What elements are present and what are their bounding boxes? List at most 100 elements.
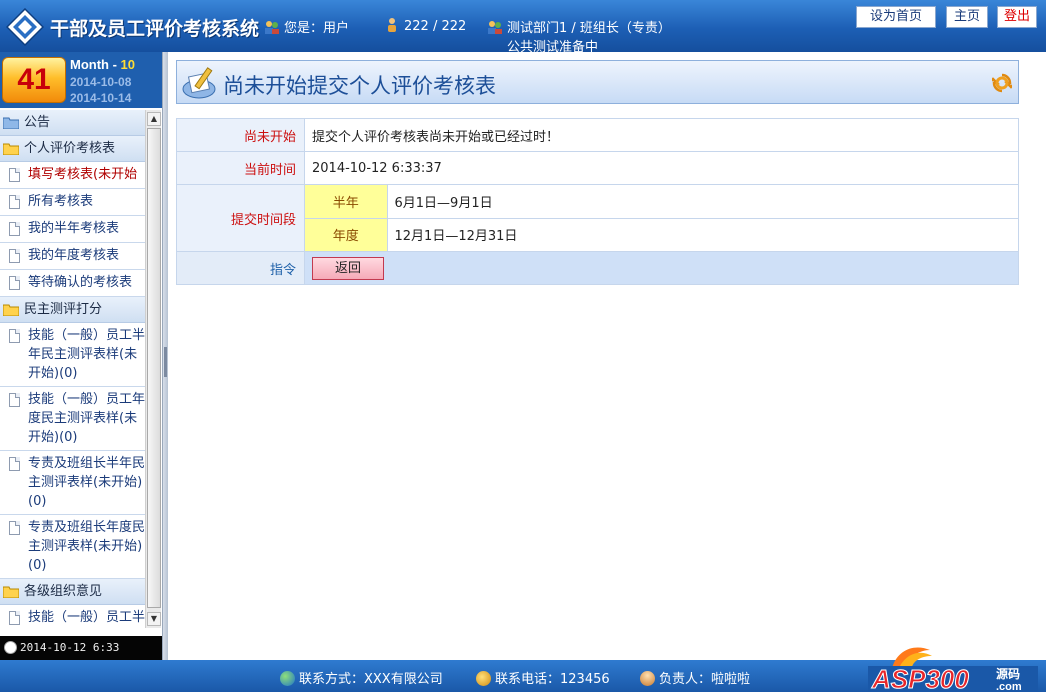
menu-item-label: 技能（一般）员工年度民主测评表样(未开始)(0) bbox=[28, 392, 145, 445]
command-cell: 返回 bbox=[304, 251, 1019, 285]
month-line: Month - 10 bbox=[70, 57, 135, 72]
half-year-label: 半年 bbox=[305, 185, 388, 219]
user-group-icon bbox=[488, 21, 502, 34]
menu-item-label: 专责及班组长年度民主测评表样(未开始)(0) bbox=[28, 520, 145, 573]
menu-item-label: 我的半年考核表 bbox=[28, 221, 120, 236]
user-info: 您是：用户 bbox=[264, 17, 349, 36]
brand-text: ASP300 bbox=[871, 664, 969, 692]
page-icon bbox=[9, 222, 20, 236]
period-label: 提交时间段 bbox=[176, 184, 305, 252]
diamond-logo-icon bbox=[6, 8, 44, 46]
menu-group-personal[interactable]: 个人评价考核表 bbox=[0, 136, 145, 162]
page-title-bar: 尚未开始提交个人评价考核表 bbox=[176, 60, 1019, 104]
back-button[interactable]: 返回 bbox=[312, 257, 384, 280]
status-form: 尚未开始 提交个人评价考核表尚未开始或已经过时！ 当前时间 2014-10-12… bbox=[176, 118, 1019, 285]
brand-sub-source: 源码 bbox=[996, 666, 1020, 681]
menu-group-label: 民主测评打分 bbox=[24, 302, 103, 317]
scroll-thumb[interactable] bbox=[147, 128, 161, 608]
menu-group-label: 公告 bbox=[24, 115, 51, 130]
contact-text: 联系方式：XXX有限公司 bbox=[299, 672, 443, 687]
command-label: 指令 bbox=[176, 251, 305, 285]
annual-value: 12月1日—12月31日 bbox=[386, 217, 1018, 251]
time-value: 2014-10-12 6:33:37 bbox=[304, 151, 1019, 185]
page-icon bbox=[9, 329, 20, 343]
time-row: 当前时间 2014-10-12 6:33:37 bbox=[176, 151, 1019, 185]
period-cell: 半年 6月1日—9月1日 年度 12月1日—12月31日 bbox=[304, 184, 1019, 252]
status-label: 尚未开始 bbox=[176, 118, 305, 152]
page-icon bbox=[9, 611, 20, 625]
page-icon bbox=[9, 195, 20, 209]
menu-item-pending-forms[interactable]: 等待确认的考核表 bbox=[0, 270, 145, 297]
menu-group-label: 个人评价考核表 bbox=[24, 141, 116, 156]
page-icon bbox=[9, 521, 20, 535]
phone-info: 联系电话：123456 bbox=[476, 668, 610, 687]
app-title: 干部及员工评价考核系统 bbox=[50, 18, 260, 40]
status-row: 尚未开始 提交个人评价考核表尚未开始或已经过时！ bbox=[176, 118, 1019, 152]
person-icon bbox=[640, 671, 655, 686]
month-label: Month - bbox=[70, 57, 121, 72]
menu-item-label: 技能（一般）员工半年民主测评表样(未开始)(0) bbox=[28, 328, 145, 381]
scroll-up-arrow-icon[interactable]: ▲ bbox=[147, 112, 161, 126]
count-label: 222 / 222 bbox=[404, 19, 467, 34]
clock-icon bbox=[4, 641, 17, 654]
folder-open-icon bbox=[3, 304, 19, 316]
scroll-down-arrow-icon[interactable]: ▼ bbox=[147, 612, 161, 626]
menu-scrollbar[interactable]: ▲ ▼ bbox=[145, 110, 161, 628]
menu-group-notice[interactable]: 公告 bbox=[0, 110, 145, 136]
refresh-icon[interactable] bbox=[992, 73, 1012, 93]
menu-item-democratic-3[interactable]: 专责及班组长半年民主测评表样(未开始)(0) bbox=[0, 451, 145, 515]
menu-item-org-1[interactable]: 技能（一般）员工半年民主测评表样(0) bbox=[0, 605, 145, 628]
page-title: 尚未开始提交个人评价考核表 bbox=[223, 74, 496, 98]
menu-item-democratic-1[interactable]: 技能（一般）员工半年民主测评表样(未开始)(0) bbox=[0, 323, 145, 387]
user-group-icon bbox=[265, 21, 279, 34]
top-header: 干部及员工评价考核系统 您是：用户 222 / 222 测试部门1 / 班组长（… bbox=[0, 0, 1046, 55]
folder-icon bbox=[3, 117, 19, 129]
nav-menu: 公告 个人评价考核表 填写考核表(未开始 所有考核表 我的半年考核表 我的年度考… bbox=[0, 110, 145, 628]
command-row: 指令 返回 bbox=[176, 251, 1019, 285]
menu-item-fill-form[interactable]: 填写考核表(未开始 bbox=[0, 162, 145, 189]
logout-button[interactable]: 登出 bbox=[997, 6, 1037, 28]
phone-icon bbox=[476, 671, 491, 686]
menu-item-democratic-2[interactable]: 技能（一般）员工年度民主测评表样(未开始)(0) bbox=[0, 387, 145, 451]
date-start: 2014-10-08 bbox=[70, 75, 132, 89]
menu-item-democratic-4[interactable]: 专责及班组长年度民主测评表样(未开始)(0) bbox=[0, 515, 145, 579]
menu-group-democratic[interactable]: 民主测评打分 bbox=[0, 297, 145, 323]
menu-group-org[interactable]: 各级组织意见 bbox=[0, 579, 145, 605]
globe-icon bbox=[280, 671, 295, 686]
day-number: 41 bbox=[2, 57, 66, 103]
status-text: 提交个人评价考核表尚未开始或已经过时！ bbox=[304, 118, 1019, 152]
period-row: 提交时间段 半年 6月1日—9月1日 年度 12月1日—12月31日 bbox=[176, 184, 1019, 252]
folder-open-icon bbox=[3, 586, 19, 598]
menu-item-label: 专责及班组长半年民主测评表样(未开始)(0) bbox=[28, 456, 145, 509]
page-icon bbox=[9, 276, 20, 290]
date-end: 2014-10-14 bbox=[70, 91, 132, 105]
menu-item-label: 我的年度考核表 bbox=[28, 248, 120, 263]
person-text: 负责人：啦啦啦 bbox=[659, 672, 751, 687]
asp300-brand-logo: ASP300 源码 .com bbox=[868, 647, 1038, 692]
date-box: 41 Month - 10 2014-10-08 2014-10-14 bbox=[0, 52, 162, 108]
annual-label: 年度 bbox=[305, 217, 388, 251]
person-icon bbox=[388, 18, 396, 32]
main-content: 尚未开始提交个人评价考核表 尚未开始 提交个人评价考核表尚未开始或已经过时！ 当… bbox=[168, 52, 1046, 660]
time-label: 当前时间 bbox=[176, 151, 305, 185]
menu-item-label: 等待确认的考核表 bbox=[28, 275, 133, 290]
dept-info: 测试部门1 / 班组长（专责） bbox=[487, 17, 671, 36]
menu-group-label: 各级组织意见 bbox=[24, 584, 103, 599]
count-info: 222 / 222 bbox=[384, 17, 466, 34]
contact-info: 联系方式：XXX有限公司 bbox=[280, 668, 443, 687]
menu-item-label: 技能（一般）员工半年民主测评表样(0) bbox=[28, 610, 145, 625]
phone-text: 联系电话：123456 bbox=[495, 672, 610, 687]
brand-sub-com: .com bbox=[996, 681, 1022, 692]
home-button[interactable]: 主页 bbox=[946, 6, 988, 28]
page-icon bbox=[9, 457, 20, 471]
half-year-value: 6月1日—9月1日 bbox=[386, 185, 1018, 219]
set-home-button[interactable]: 设为首页 bbox=[856, 6, 936, 28]
menu-item-half-year-forms[interactable]: 我的半年考核表 bbox=[0, 216, 145, 243]
splitter-grip[interactable] bbox=[164, 347, 167, 377]
left-sidebar: 41 Month - 10 2014-10-08 2014-10-14 公告 个… bbox=[0, 52, 162, 660]
menu-item-all-forms[interactable]: 所有考核表 bbox=[0, 189, 145, 216]
page-icon bbox=[9, 393, 20, 407]
period-table: 半年 6月1日—9月1日 年度 12月1日—12月31日 bbox=[305, 185, 1018, 251]
person-info: 负责人：啦啦啦 bbox=[640, 668, 750, 687]
menu-item-annual-forms[interactable]: 我的年度考核表 bbox=[0, 243, 145, 270]
